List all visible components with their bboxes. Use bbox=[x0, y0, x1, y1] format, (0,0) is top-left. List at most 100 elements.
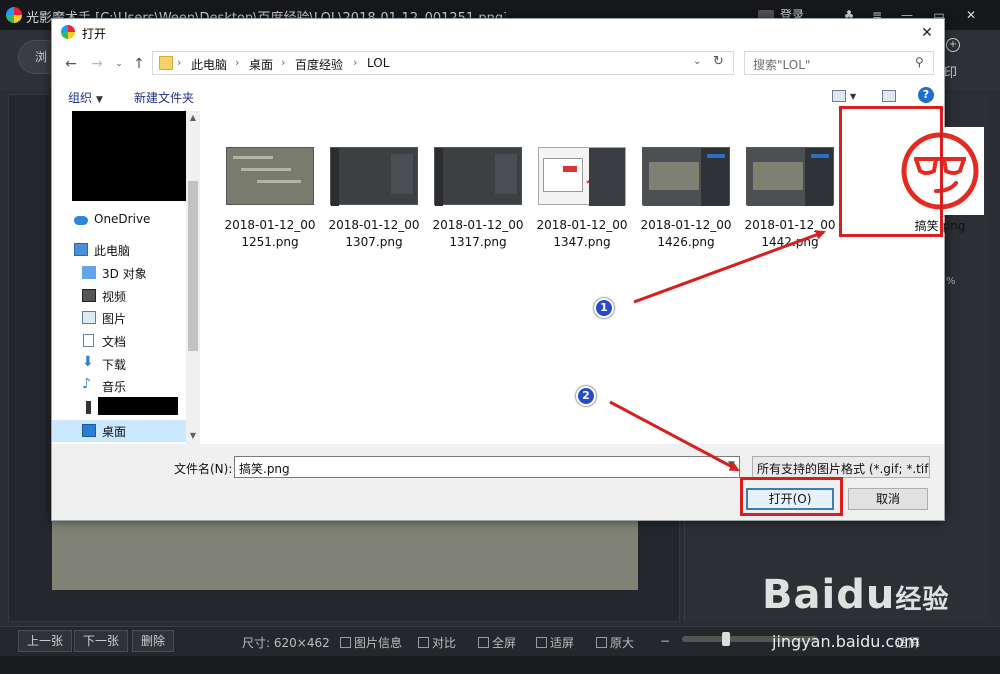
view-options-icon[interactable] bbox=[832, 90, 846, 102]
print-label[interactable]: 印 bbox=[944, 62, 957, 81]
organize-button[interactable]: 组织 ▼ bbox=[68, 89, 103, 106]
breadcrumb-separator-icon[interactable]: › bbox=[177, 56, 181, 69]
info-label: 图片信息 bbox=[354, 636, 403, 650]
file-name: 2018-01-12_001347.png bbox=[536, 218, 628, 249]
breadcrumb-separator-icon[interactable]: › bbox=[353, 56, 357, 69]
nav-item-label: 下载 bbox=[102, 358, 127, 372]
breadcrumb-desktop[interactable]: 桌面 bbox=[249, 56, 273, 73]
organize-label: 组织 bbox=[68, 91, 93, 105]
file-thumbnail bbox=[538, 147, 626, 206]
nav-item-videos[interactable]: 视频 bbox=[52, 285, 186, 307]
nav-item-downloads[interactable]: ⬇ 下载 bbox=[52, 353, 186, 375]
desktop-icon bbox=[82, 424, 96, 437]
step-badge-2: 2 bbox=[576, 386, 596, 406]
image-size-label: 尺寸: 620×462 bbox=[242, 636, 330, 650]
fit-screen-button[interactable]: 适屏 bbox=[536, 634, 574, 651]
step-badge-1: 1 bbox=[594, 298, 614, 318]
new-folder-button[interactable]: 新建文件夹 bbox=[134, 89, 194, 106]
filetype-select[interactable]: 所有支持的图片格式 (*.gif; *.tif bbox=[752, 456, 930, 478]
recent-dropdown-icon[interactable]: ⌄ bbox=[110, 55, 128, 73]
redacted-thumbnail bbox=[72, 111, 190, 201]
view-dropdown-icon[interactable]: ▼ bbox=[850, 92, 856, 101]
original-label: 原大 bbox=[610, 636, 635, 650]
app-status-bar bbox=[0, 656, 1000, 674]
breadcrumb-lol[interactable]: LOL bbox=[367, 56, 389, 70]
video-icon bbox=[82, 289, 96, 302]
app-close-icon[interactable]: ✕ bbox=[958, 4, 984, 26]
highlight-selected-file bbox=[839, 106, 943, 237]
filename-dropdown-icon[interactable]: ▼ bbox=[728, 460, 735, 470]
nav-item-pictures[interactable]: 图片 bbox=[52, 307, 186, 329]
nav-item-label: 文档 bbox=[102, 335, 127, 349]
breadcrumb-baidu[interactable]: 百度经验 bbox=[295, 56, 343, 73]
filename-label: 文件名(N): bbox=[174, 462, 233, 476]
image-info-button[interactable]: 图片信息 bbox=[340, 634, 402, 651]
file-thumbnail bbox=[226, 147, 314, 205]
cancel-button[interactable]: 取消 bbox=[848, 488, 928, 510]
zoom-slider-thumb[interactable] bbox=[722, 632, 730, 646]
info-icon bbox=[340, 637, 351, 648]
nav-item-label: OneDrive bbox=[94, 212, 151, 226]
scroll-up-icon[interactable]: ▲ bbox=[188, 113, 198, 123]
watermark-du: du bbox=[836, 572, 896, 618]
compare-label: 对比 bbox=[432, 636, 457, 650]
breadcrumb-this-pc[interactable]: 此电脑 bbox=[191, 56, 227, 73]
picture-icon bbox=[82, 311, 96, 324]
search-icon[interactable]: ⚲ bbox=[915, 55, 924, 69]
help-icon[interactable]: ? bbox=[918, 87, 934, 103]
nav-item-this-pc[interactable]: 此电脑 bbox=[52, 239, 186, 261]
nav-item-label: 桌面 bbox=[102, 425, 127, 439]
drive-icon bbox=[86, 401, 91, 414]
redacted-drive-name bbox=[98, 397, 178, 415]
nav-item-3d-objects[interactable]: 3D 对象 bbox=[52, 262, 186, 284]
breadcrumb-separator-icon[interactable]: › bbox=[235, 56, 239, 69]
app-logo-icon bbox=[6, 7, 22, 23]
forward-arrow-icon[interactable]: → bbox=[88, 55, 106, 73]
print-plus-icon[interactable]: + bbox=[946, 38, 960, 52]
zoom-percent: % bbox=[946, 276, 956, 287]
zoom-out-icon[interactable]: − bbox=[660, 634, 670, 648]
next-image-button[interactable]: 下一张 bbox=[74, 630, 129, 652]
breadcrumb-separator-icon[interactable]: › bbox=[281, 56, 285, 69]
file-thumbnail bbox=[642, 147, 730, 206]
address-bar[interactable]: › 此电脑 › 桌面 › 百度经验 › LOL ⌄ ↻ bbox=[152, 51, 734, 75]
prev-image-button[interactable]: 上一张 bbox=[18, 630, 73, 652]
file-name: 2018-01-12_001426.png bbox=[640, 218, 732, 249]
delete-image-button[interactable]: 删除 bbox=[132, 630, 175, 652]
nav-item-desktop[interactable]: 桌面 bbox=[52, 420, 186, 442]
filename-input[interactable]: 搞笑.png bbox=[234, 456, 740, 478]
cube-icon bbox=[82, 266, 96, 279]
open-file-dialog: 打开 ✕ ← → ⌄ ↑ › 此电脑 › 桌面 › 百度经验 › LOL ⌄ ↻… bbox=[51, 18, 984, 521]
refresh-icon[interactable]: ↻ bbox=[713, 54, 724, 69]
file-thumbnail bbox=[746, 147, 834, 206]
fit-icon bbox=[536, 637, 547, 648]
watermark-bai: Bai bbox=[762, 572, 837, 618]
fullscreen-button[interactable]: 全屏 bbox=[478, 634, 516, 651]
folder-icon bbox=[159, 56, 173, 70]
nav-item-music[interactable]: ♪ 音乐 bbox=[52, 375, 186, 397]
file-thumbnail bbox=[434, 147, 522, 206]
up-arrow-icon[interactable]: ↑ bbox=[130, 55, 148, 73]
scrollbar-thumb[interactable] bbox=[188, 181, 198, 351]
watermark-cn: 经验 bbox=[895, 585, 950, 615]
organize-caret-icon: ▼ bbox=[96, 95, 103, 105]
search-box[interactable]: 搜索"LOL" ⚲ bbox=[744, 51, 934, 75]
original-size-button[interactable]: 原大 bbox=[596, 634, 634, 651]
navigation-row: ← → ⌄ ↑ › 此电脑 › 桌面 › 百度经验 › LOL ⌄ ↻ 搜索"L… bbox=[52, 47, 944, 81]
scroll-down-icon[interactable]: ▼ bbox=[188, 431, 198, 441]
nav-item-label: 此电脑 bbox=[94, 244, 131, 258]
compare-button[interactable]: 对比 bbox=[418, 634, 456, 651]
nav-item-documents[interactable]: 文档 bbox=[52, 330, 186, 352]
original-size-icon bbox=[596, 637, 607, 648]
address-dropdown-icon[interactable]: ⌄ bbox=[693, 56, 701, 67]
navigation-scrollbar[interactable]: ▲ ▼ bbox=[186, 111, 200, 444]
nav-item-onedrive[interactable]: OneDrive bbox=[52, 209, 186, 231]
preview-pane-icon[interactable] bbox=[882, 90, 896, 102]
dialog-close-button[interactable]: ✕ bbox=[912, 21, 942, 45]
compare-icon bbox=[418, 637, 429, 648]
watermark-url: jingyan.baidu.com bbox=[772, 632, 920, 651]
back-arrow-icon[interactable]: ← bbox=[62, 55, 80, 73]
filetype-dropdown-icon[interactable]: ⌄ bbox=[916, 460, 924, 470]
dialog-titlebar: 打开 ✕ bbox=[52, 19, 944, 47]
dialog-title: 打开 bbox=[82, 27, 107, 41]
